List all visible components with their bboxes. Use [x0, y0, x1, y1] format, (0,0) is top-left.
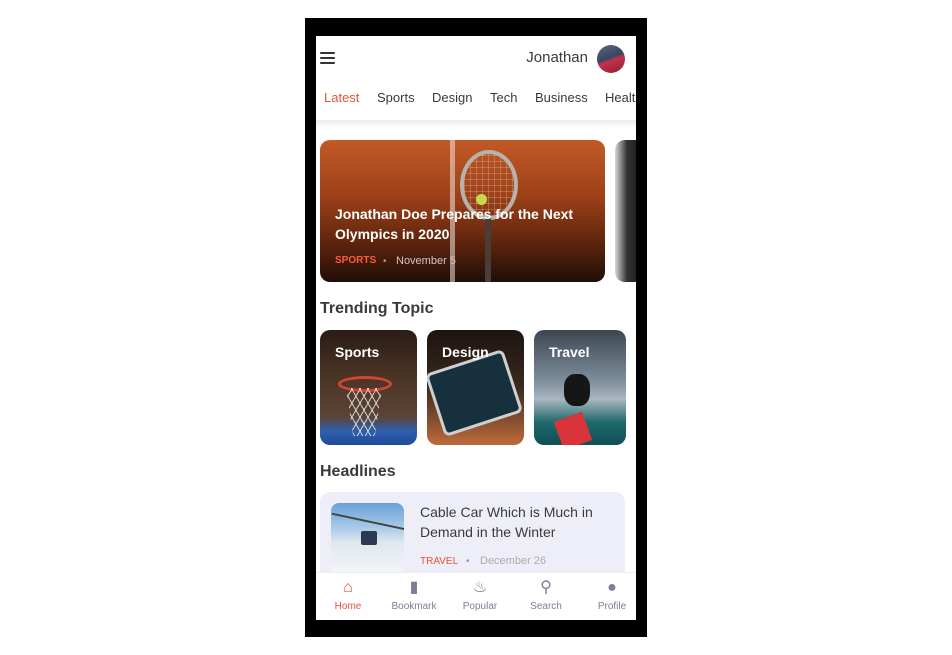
tab-sports[interactable]: Sports — [377, 90, 415, 105]
nav-label: Profile — [597, 601, 627, 612]
headline-thumbnail — [331, 503, 404, 575]
nav-popular[interactable]: ♨ Popular — [450, 577, 510, 612]
headline-category: TRAVEL — [420, 556, 459, 567]
featured-separator: • — [383, 256, 387, 267]
headline-separator: • — [466, 556, 470, 567]
trending-section-title: Trending Topic — [320, 300, 434, 317]
tab-health[interactable]: Healt — [605, 90, 635, 105]
headline-date: December 26 — [480, 555, 547, 567]
featured-date: November 5 — [396, 255, 456, 267]
nav-label: Home — [334, 601, 362, 612]
nav-bookmark[interactable]: ▮ Bookmark — [384, 577, 444, 612]
nav-label: Search — [530, 601, 562, 612]
tabs-divider — [316, 120, 636, 128]
phone-frame: Jonathan Latest Sports Design Tech Busin… — [305, 18, 647, 637]
topic-card-design[interactable]: Design — [427, 330, 524, 445]
next-featured-card-peek[interactable] — [615, 140, 636, 282]
nav-search[interactable]: ⚲ Search — [516, 577, 576, 612]
user-avatar[interactable] — [597, 45, 625, 73]
tab-tech[interactable]: Tech — [490, 90, 517, 105]
topic-label: Sports — [335, 344, 380, 360]
bottom-navigation: ⌂ Home ▮ Bookmark ♨ Popular ⚲ Search ● P… — [316, 572, 636, 620]
sleeve-graphic — [553, 411, 593, 445]
headlines-section-title: Headlines — [320, 463, 396, 480]
basketball-net-graphic — [346, 388, 382, 436]
headline-title: Cable Car Which is Much in Demand in the… — [420, 504, 593, 540]
featured-article-card[interactable]: Jonathan Doe Prepares for the Next Olymp… — [320, 140, 605, 282]
search-icon: ⚲ — [540, 579, 552, 596]
profile-icon: ● — [607, 579, 617, 596]
tablet-graphic — [427, 348, 524, 438]
glove-graphic — [564, 374, 590, 406]
top-bar: Jonathan — [316, 36, 636, 81]
fire-icon: ♨ — [472, 579, 488, 596]
home-icon: ⌂ — [343, 579, 353, 596]
featured-title: Jonathan Doe Prepares for the Next Olymp… — [335, 206, 574, 242]
app-screen: Jonathan Latest Sports Design Tech Busin… — [316, 36, 636, 620]
nav-home[interactable]: ⌂ Home — [318, 577, 378, 612]
topic-label: Design — [442, 344, 489, 360]
bookmark-icon: ▮ — [409, 579, 419, 596]
tab-latest[interactable]: Latest — [324, 90, 359, 105]
cable-graphic — [331, 512, 404, 532]
topic-card-sports[interactable]: Sports — [320, 330, 417, 445]
tab-design[interactable]: Design — [432, 90, 472, 105]
nav-label: Bookmark — [391, 601, 437, 612]
gondola-graphic — [361, 531, 377, 545]
tab-business[interactable]: Business — [535, 90, 588, 105]
category-tabs: Latest Sports Design Tech Business Healt — [316, 88, 636, 118]
topic-label: Travel — [549, 344, 590, 360]
featured-category: SPORTS — [335, 255, 377, 266]
nav-profile[interactable]: ● Profile — [582, 577, 636, 612]
hamburger-menu-icon[interactable] — [320, 52, 336, 66]
username-label: Jonathan — [526, 49, 588, 66]
nav-label: Popular — [462, 601, 498, 612]
topic-card-travel[interactable]: Travel — [534, 330, 626, 445]
